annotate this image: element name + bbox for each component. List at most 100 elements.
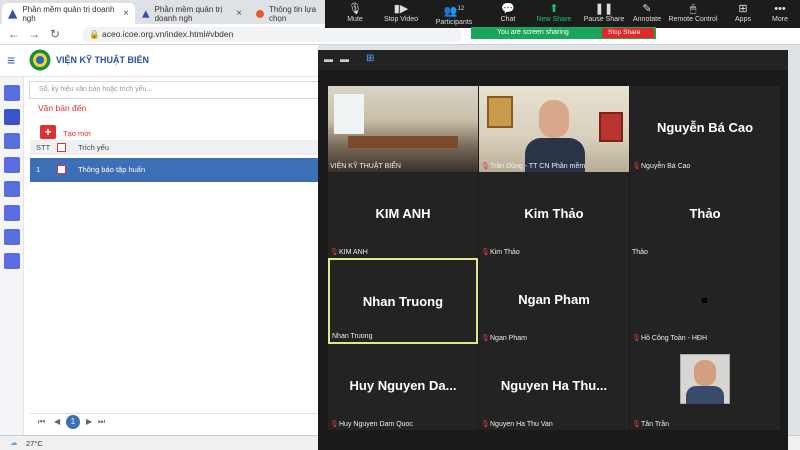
video-off-dot xyxy=(702,298,707,303)
next-page-icon[interactable]: ▶ xyxy=(86,417,92,426)
participant-tile[interactable]: VIỆN KỸ THUẬT BIỂN xyxy=(328,86,478,172)
participant-name: Hồ Công Toàn - HĐH xyxy=(641,335,708,342)
participant-tile[interactable]: Kim Thảo 🎙 Kim Thảo xyxy=(479,172,629,258)
participant-name: Nhan Truong xyxy=(332,333,373,340)
muted-mic-icon: 🎙 xyxy=(632,421,641,428)
web-app: ≡ VIỆN KỸ THUẬT BIỂN Số, ký hiệu văn bản… xyxy=(0,45,319,435)
participant-display-name: Ngan Pham xyxy=(518,292,590,307)
prev-page-icon[interactable]: ◀ xyxy=(54,417,60,426)
inbox-icon[interactable] xyxy=(4,133,20,149)
left-icon-nav xyxy=(0,77,24,435)
users-icon[interactable] xyxy=(4,229,20,245)
participant-tile[interactable]: Thảo Thảo xyxy=(630,172,780,258)
participant-name-label: 🎙 Kim Thảo xyxy=(481,249,520,256)
participant-tile[interactable]: 🎙 Trần Dũng - TT CN Phần mềm xyxy=(479,86,629,172)
participant-name: Thảo xyxy=(632,249,648,256)
url-text: aceo.icoe.org.vn/index.html#vbden xyxy=(102,29,234,39)
muted-mic-icon: 🎙 xyxy=(330,421,339,428)
participant-name-label: 🎙 Nguyễn Bá Cao xyxy=(632,163,690,170)
tab-label: Phần mềm quản trị doanh ngh xyxy=(22,4,115,23)
row-checkbox[interactable] xyxy=(57,165,66,174)
transfer-icon[interactable] xyxy=(4,181,20,197)
more-button[interactable]: ••• More xyxy=(765,0,795,28)
section-title: Văn bản đến xyxy=(38,103,87,113)
muted-mic-icon: 🎙 xyxy=(632,163,641,170)
first-page-icon[interactable]: ⏮ xyxy=(38,417,45,427)
participants-button[interactable]: 👥12 Participants xyxy=(429,0,479,28)
pause-share-button[interactable]: ❚❚ Pause Share xyxy=(581,0,627,28)
add-button[interactable]: + xyxy=(40,125,56,139)
participant-name-label: 🎙 KIM ANH xyxy=(330,249,368,256)
row-stt: 1 xyxy=(36,165,41,174)
calendar-icon[interactable] xyxy=(4,85,20,101)
participant-display-name: Huy Nguyen Da... xyxy=(349,378,457,393)
stop-video-button[interactable]: ▮▶ Stop Video xyxy=(377,0,425,28)
tab-label: Phần mềm quản trị doanh ngh xyxy=(154,4,223,23)
back-icon[interactable]: ← xyxy=(8,27,20,41)
participant-name-label: 🎙 Huy Nguyen Dam Quoc xyxy=(330,421,413,428)
add-label[interactable]: Tạo mới xyxy=(63,129,91,138)
participant-name: Nguyen Ha Thu Van xyxy=(490,421,553,428)
participant-name: Nguyễn Bá Cao xyxy=(641,163,691,170)
search-input[interactable]: Số, ký hiệu văn bản hoặc trích yếu... xyxy=(29,81,319,99)
page-number[interactable]: 1 xyxy=(66,415,80,429)
participant-name-label: 🎙 Hồ Công Toàn - HĐH xyxy=(632,335,707,342)
participant-tile[interactable]: Nguyễn Bá Cao 🎙 Nguyễn Bá Cao xyxy=(630,86,780,172)
tab-label: Thông tin lựa chọn xyxy=(268,4,317,23)
close-icon[interactable]: × xyxy=(236,8,242,19)
participant-display-name: KIM ANH xyxy=(375,206,431,221)
participant-tile[interactable]: 🎙 Hồ Công Toàn - HĐH xyxy=(630,258,780,344)
participant-display-name: Thảo xyxy=(689,206,721,221)
muted-mic-icon: 🎙 xyxy=(481,335,490,342)
participant-name: Ngan Pham xyxy=(490,335,527,342)
menu-icon[interactable]: ≡ xyxy=(7,52,15,68)
minimize-icon[interactable]: ▬ xyxy=(324,54,333,64)
profile-face xyxy=(694,360,716,386)
participant-tile[interactable]: Huy Nguyen Da... 🎙 Huy Nguyen Dam Quoc xyxy=(328,344,478,430)
mute-button[interactable]: 🎙 Mute xyxy=(335,0,375,28)
participant-display-name: Nguyen Ha Thu... xyxy=(500,378,608,393)
muted-mic-icon: 🎙 xyxy=(481,421,490,428)
smiley-favicon-icon xyxy=(256,9,264,18)
browser-tab-3[interactable]: Thông tin lựa chọn xyxy=(250,3,328,24)
report-icon[interactable] xyxy=(4,205,20,221)
participant-tile[interactable]: 🎙 Tân Trần xyxy=(630,344,780,430)
participant-name: Kim Thảo xyxy=(490,249,520,256)
folder-icon[interactable] xyxy=(4,157,20,173)
remote-control-button[interactable]: 🖱 Remote Control xyxy=(667,0,719,28)
reload-icon[interactable]: ↻ xyxy=(50,27,60,41)
app-logo-icon xyxy=(142,9,150,18)
browser-tab-2[interactable]: Phần mềm quản trị doanh ngh × xyxy=(136,3,248,24)
select-all-checkbox[interactable] xyxy=(57,143,66,152)
chat-button[interactable]: 💬 Chat xyxy=(491,0,525,28)
microphone-icon: 🎙 xyxy=(348,3,362,15)
row-summary: Thông báo tập huấn xyxy=(78,165,146,174)
participant-name-label: Nhan Truong xyxy=(332,333,372,340)
last-page-icon[interactable]: ⏭ xyxy=(98,417,105,427)
table-row[interactable]: 1 Thông báo tập huấn xyxy=(30,158,318,182)
close-icon[interactable]: × xyxy=(123,8,129,19)
share-arrow-icon: ⬆ xyxy=(549,3,559,15)
participant-name: Tân Trần xyxy=(641,421,670,428)
url-field[interactable]: 🔒 aceo.icoe.org.vn/index.html#vbden xyxy=(82,27,462,42)
participant-tile[interactable]: Ngan Pham 🎙 Ngan Pham xyxy=(479,258,629,344)
participant-tile[interactable]: Nhan Truong Nhan Truong xyxy=(328,258,478,344)
gavel-icon[interactable] xyxy=(4,253,20,269)
participant-tile[interactable]: KIM ANH 🎙 KIM ANH xyxy=(328,172,478,258)
gallery-view-icon[interactable]: ⊞ xyxy=(366,53,374,64)
apps-button[interactable]: ⊞ Apps xyxy=(729,0,757,28)
gallery-top-bar: ▬ ▬ ⊞ xyxy=(318,50,788,70)
forward-icon[interactable]: → xyxy=(28,27,40,41)
documents-icon[interactable] xyxy=(4,109,20,125)
annotate-button[interactable]: ✎ Annotate xyxy=(627,0,667,28)
participants-icon: 👥12 xyxy=(443,5,465,18)
muted-mic-icon: 🎙 xyxy=(481,163,490,170)
new-share-button[interactable]: ⬆ New Share xyxy=(533,0,575,28)
participant-name: VIỆN KỸ THUẬT BIỂN xyxy=(330,163,401,170)
restore-icon[interactable]: ▬ xyxy=(340,54,349,64)
stop-share-button[interactable]: Stop Share xyxy=(602,28,654,38)
annotate-pencil-icon: ✎ xyxy=(642,3,652,15)
participant-tile[interactable]: Nguyen Ha Thu... 🎙 Nguyen Ha Thu Van xyxy=(479,344,629,430)
brand-title: VIỆN KỸ THUẬT BIỂN xyxy=(56,55,150,65)
browser-tab-1[interactable]: Phần mềm quản trị doanh ngh × xyxy=(2,3,135,24)
